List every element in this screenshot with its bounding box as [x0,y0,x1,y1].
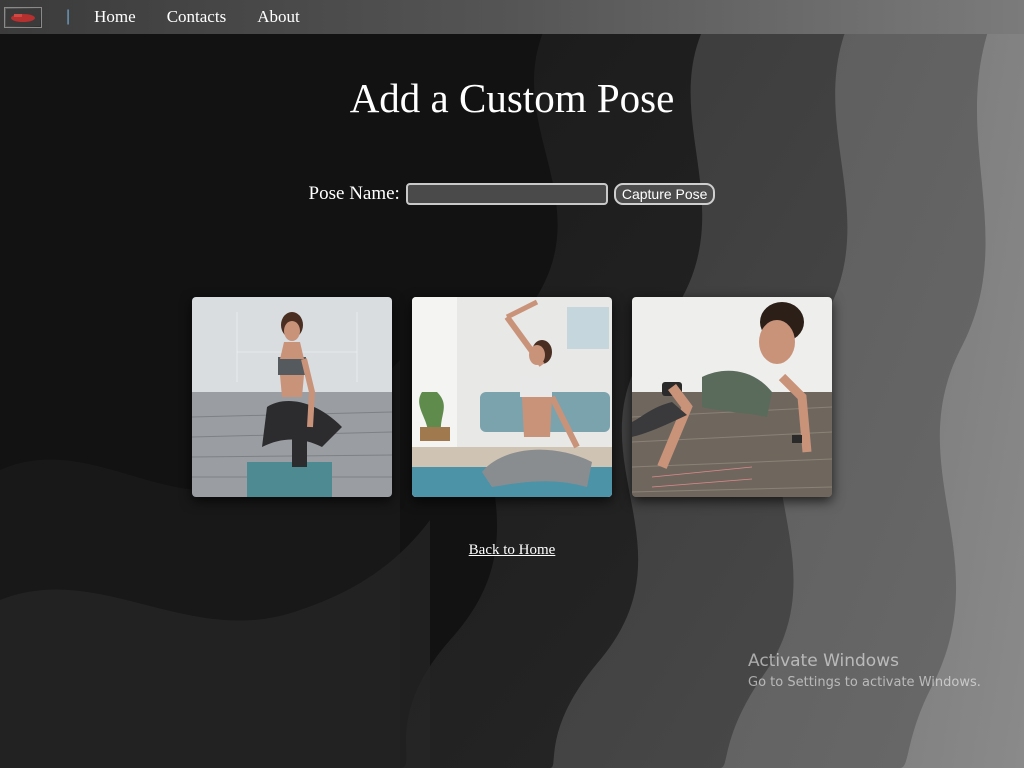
seated-side-stretch-pose-photo [412,297,612,497]
logo-icon [6,8,40,26]
navbar: | Home Contacts About [0,0,1024,34]
back-link-container: Back to Home [0,541,1024,559]
pose-card-1[interactable] [192,297,392,497]
watermark-subtitle: Go to Settings to activate Windows. [748,675,981,690]
nav-link-home[interactable]: Home [94,7,136,27]
back-to-home-link[interactable]: Back to Home [469,542,556,558]
pose-card-3[interactable] [632,297,832,497]
seated-kneeling-pose-photo [192,297,392,497]
pose-gallery [192,297,832,497]
page-title: Add a Custom Pose [349,75,675,121]
pose-name-input[interactable] [405,183,608,205]
site-logo[interactable] [4,6,42,28]
nav-link-contacts[interactable]: Contacts [167,7,227,27]
nav-separator: | [66,8,71,25]
pose-form: Pose Name: Capture Pose [0,183,1024,205]
windows-activation-watermark: Activate Windows Go to Settings to activ… [748,651,981,690]
pose-name-label: Pose Name: [308,183,400,204]
nav-link-about[interactable]: About [257,7,300,27]
watermark-title: Activate Windows [748,651,899,671]
pose-card-2[interactable] [412,297,612,497]
plank-pose-photo [632,297,832,497]
capture-pose-button[interactable]: Capture Pose [613,183,716,205]
